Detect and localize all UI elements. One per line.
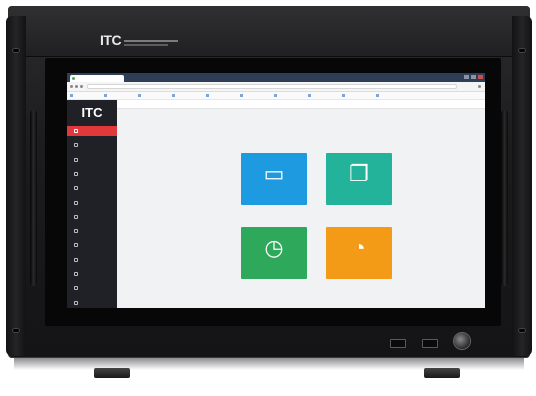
sidebar-item[interactable]	[67, 226, 117, 236]
sidebar-item[interactable]	[67, 212, 117, 222]
usb-port	[390, 339, 406, 348]
sidebar-item[interactable]	[67, 240, 117, 250]
chassis-top-plate: ITC	[8, 6, 530, 57]
main-content: ▭ ❐ ◷ ◔	[117, 100, 485, 308]
browser-titlebar	[67, 73, 485, 82]
menu-item-icon	[74, 257, 78, 262]
bookmark-item[interactable]	[240, 93, 244, 98]
url-input[interactable]	[87, 84, 457, 89]
copy-icon: ❐	[349, 161, 369, 186]
bookmark-item[interactable]	[206, 93, 210, 98]
menu-item-icon	[74, 214, 78, 219]
usb-port	[422, 339, 438, 348]
menu-item-icon	[74, 229, 78, 234]
sidebar-item[interactable]	[67, 283, 117, 293]
desktop-icon: ▭	[263, 161, 285, 186]
mount-hole	[518, 328, 526, 333]
back-icon[interactable]	[70, 85, 73, 88]
bookmark-item[interactable]	[274, 93, 278, 98]
minimize-icon[interactable]	[464, 75, 469, 79]
bookmark-item[interactable]	[172, 93, 176, 98]
forward-icon[interactable]	[75, 85, 78, 88]
clock-arrow-icon: ◔	[352, 235, 366, 260]
content-header	[117, 100, 485, 109]
tab-favicon-icon	[72, 77, 75, 80]
sidebar: ITC	[67, 100, 117, 308]
mount-hole	[12, 328, 20, 333]
menu-item-icon	[74, 143, 78, 148]
close-icon[interactable]	[478, 75, 483, 79]
mount-hole	[12, 48, 20, 53]
schedule-tile[interactable]: ◔	[326, 227, 392, 279]
sidebar-item[interactable]	[67, 126, 117, 136]
rack-handle-right[interactable]	[501, 110, 508, 286]
touch-screen[interactable]: ITC ▭ ❐ ◷ ◔	[67, 73, 485, 308]
sidebar-item[interactable]	[67, 298, 117, 308]
bookmarks-bar	[67, 92, 485, 100]
brand-caption-line	[124, 44, 168, 46]
rack-handle-left[interactable]	[30, 110, 37, 286]
menu-item-icon	[74, 186, 78, 191]
bookmark-item[interactable]	[342, 93, 346, 98]
sidebar-item[interactable]	[67, 155, 117, 165]
sidebar-item[interactable]	[67, 183, 117, 193]
sidebar-item[interactable]	[67, 269, 117, 279]
bookmark-item[interactable]	[70, 93, 74, 98]
stopwatch-icon: ◷	[264, 235, 284, 260]
reload-icon[interactable]	[80, 85, 83, 88]
timer-tile[interactable]: ◷	[241, 227, 307, 279]
rack-ear-left	[6, 16, 26, 356]
brand-caption-line	[124, 40, 178, 42]
menu-item-icon	[74, 129, 78, 133]
rack-foot-left	[94, 368, 130, 378]
bookmark-item[interactable]	[138, 93, 142, 98]
bookmark-item[interactable]	[308, 93, 312, 98]
sidebar-item[interactable]	[67, 140, 117, 150]
sidebar-item[interactable]	[67, 255, 117, 265]
rack-foot-right	[424, 368, 460, 378]
bookmark-item[interactable]	[104, 93, 108, 98]
menu-item-icon	[74, 157, 78, 162]
menu-item-icon	[74, 300, 78, 305]
sidebar-item[interactable]	[67, 198, 117, 208]
menu-item-icon	[74, 171, 78, 176]
app-logo: ITC	[81, 105, 103, 120]
menu-item-icon	[74, 200, 78, 205]
menu-item-icon	[74, 272, 78, 276]
bookmark-item[interactable]	[376, 93, 380, 98]
sidebar-item[interactable]	[67, 169, 117, 179]
menu-item-icon	[74, 286, 78, 291]
menu-item-icon	[74, 243, 78, 248]
power-button[interactable]	[454, 333, 470, 349]
mount-hole	[518, 48, 526, 53]
monitor-tile[interactable]: ▭	[241, 153, 307, 205]
brand-logo: ITC	[100, 32, 122, 48]
address-bar	[67, 82, 485, 92]
maximize-icon[interactable]	[471, 75, 476, 79]
rack-ear-right	[512, 16, 532, 356]
device-tile[interactable]: ❐	[326, 153, 392, 205]
browser-tab[interactable]	[70, 75, 124, 82]
menu-icon[interactable]	[478, 85, 481, 88]
